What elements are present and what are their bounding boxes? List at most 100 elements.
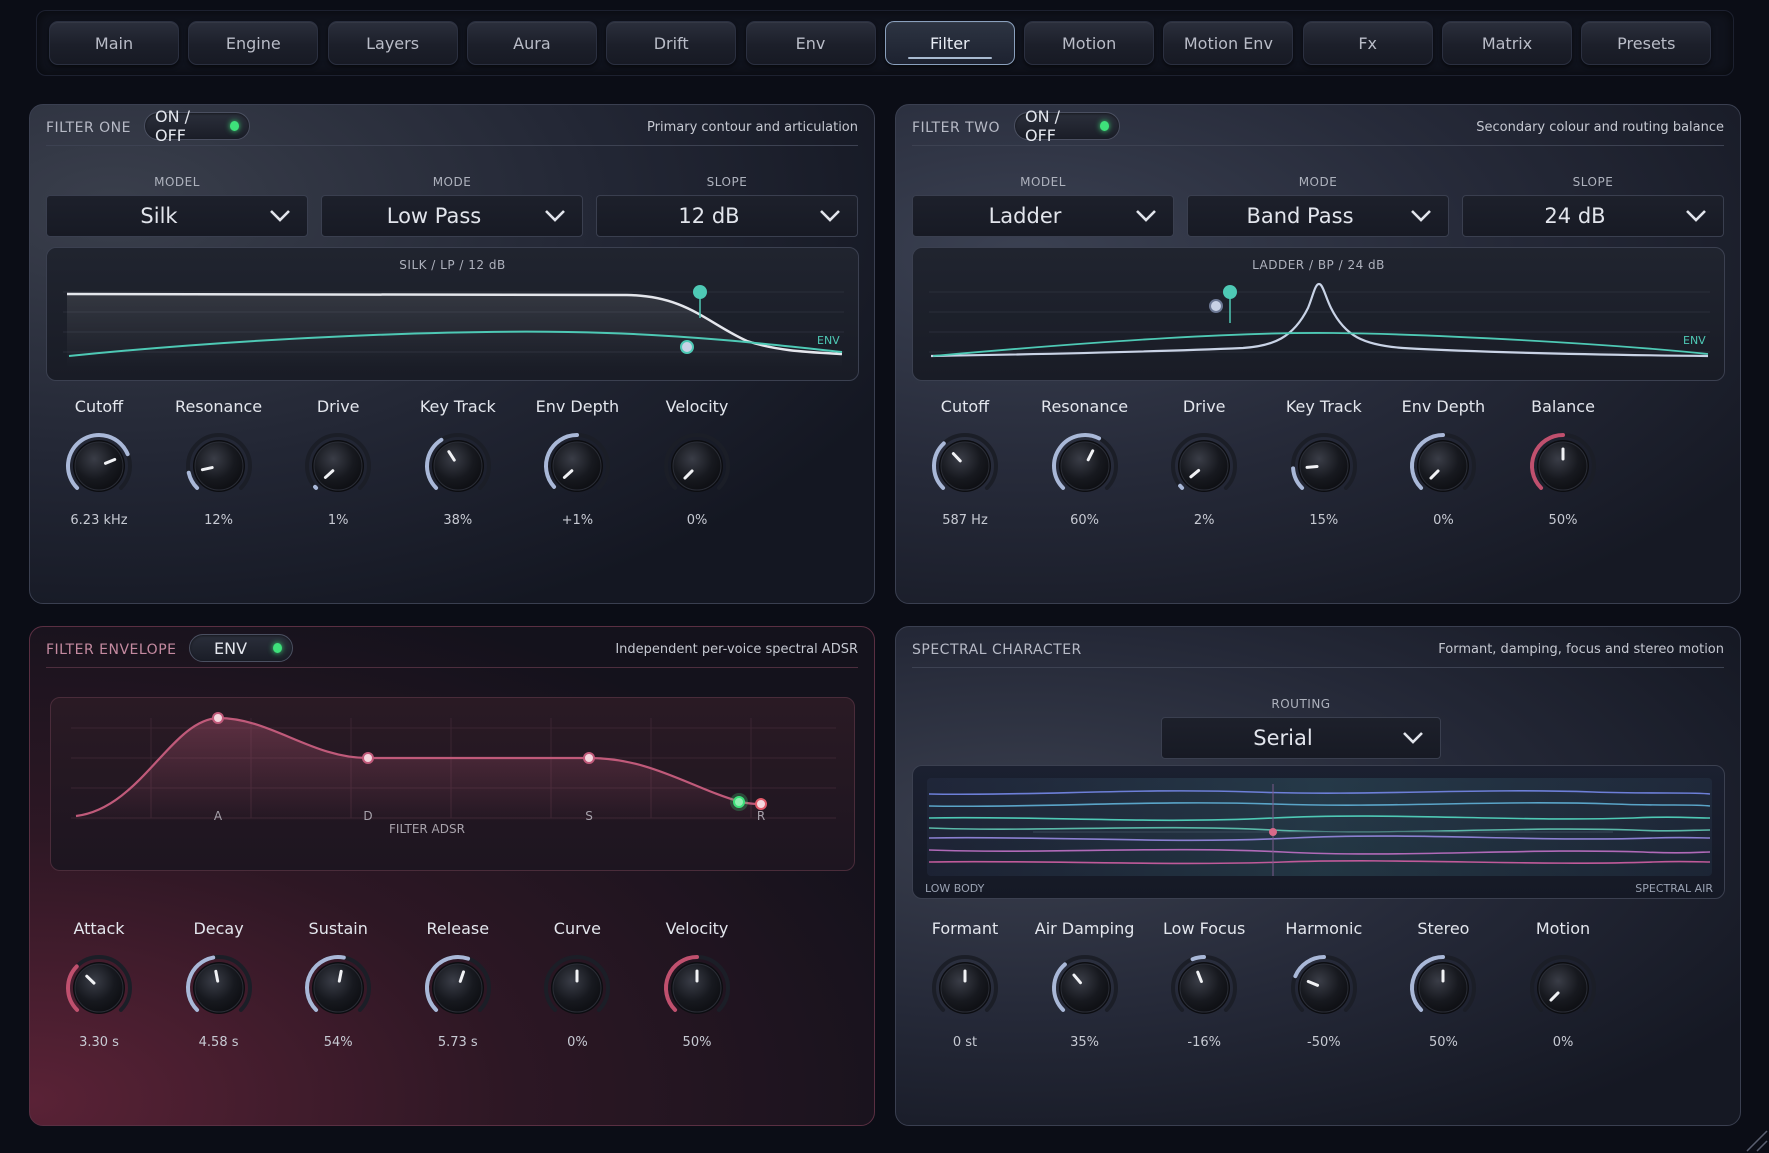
resonance-knob[interactable] bbox=[180, 427, 258, 505]
drive-label: Drive bbox=[316, 397, 360, 416]
harmonic-value: -50% bbox=[1307, 1035, 1341, 1050]
attack-knob[interactable] bbox=[60, 949, 138, 1027]
resonance-label: Resonance bbox=[1041, 397, 1129, 416]
tab-layers[interactable]: Layers bbox=[327, 21, 458, 65]
filter-one-toggle[interactable]: ON / OFF bbox=[144, 107, 250, 145]
tab-engine[interactable]: Engine bbox=[188, 21, 319, 65]
divider bbox=[46, 145, 858, 146]
tab-filter[interactable]: Filter bbox=[884, 21, 1015, 65]
panel-title: FILTER ENVELOPE bbox=[46, 642, 177, 658]
low-focus-value: -16% bbox=[1187, 1035, 1221, 1050]
routing-select[interactable]: Serial bbox=[1161, 717, 1441, 759]
key-track-knob[interactable] bbox=[419, 427, 497, 505]
slope-label: SLOPE bbox=[1572, 175, 1614, 189]
slope-select[interactable]: 12 dB bbox=[596, 195, 858, 237]
curve-knob[interactable] bbox=[538, 949, 616, 1027]
tab-fx[interactable]: Fx bbox=[1302, 21, 1433, 65]
spectral-air-label: SPECTRAL AIR bbox=[1635, 882, 1713, 895]
filter-one-curve: ENV bbox=[63, 285, 844, 368]
formant-knob[interactable] bbox=[926, 949, 1004, 1027]
filter-envelope-toggle[interactable]: ENV bbox=[189, 634, 293, 662]
mode-select[interactable]: Band Pass bbox=[1187, 195, 1449, 237]
status-led-icon bbox=[273, 643, 282, 653]
stage-label-d: D bbox=[363, 809, 372, 823]
drive-knob[interactable] bbox=[1165, 427, 1243, 505]
model-label: MODEL bbox=[1020, 175, 1066, 189]
toggle-label: ON / OFF bbox=[1025, 107, 1061, 145]
release-value: 5.73 s bbox=[437, 1035, 478, 1050]
slope-select[interactable]: 24 dB bbox=[1462, 195, 1724, 237]
velocity-value: 0% bbox=[686, 513, 708, 528]
drive-knob[interactable] bbox=[299, 427, 377, 505]
graph-caption: FILTER ADSR bbox=[389, 822, 465, 836]
sustain-point bbox=[583, 752, 595, 764]
cutoff-value: 6.23 kHz bbox=[70, 513, 128, 528]
model-select[interactable]: Silk bbox=[46, 195, 308, 237]
panel-title: FILTER ONE bbox=[46, 120, 131, 136]
stereo-value: 50% bbox=[1428, 1035, 1458, 1050]
model-value: Ladder bbox=[988, 204, 1062, 228]
sustain-knob[interactable] bbox=[299, 949, 377, 1027]
tab-aura[interactable]: Aura bbox=[466, 21, 597, 65]
adsr-curve: A D S R FILTER ADSR bbox=[71, 712, 836, 836]
mode-select[interactable]: Low Pass bbox=[321, 195, 583, 237]
low-focus-knob[interactable] bbox=[1165, 949, 1243, 1027]
stereo-knob[interactable] bbox=[1404, 949, 1482, 1027]
resonance-knob[interactable] bbox=[1046, 427, 1124, 505]
divider bbox=[46, 667, 858, 668]
cutoff-knob[interactable] bbox=[926, 427, 1004, 505]
resonance-label: Resonance bbox=[175, 397, 263, 416]
tab-presets[interactable]: Presets bbox=[1581, 21, 1712, 65]
env-depth-knob[interactable] bbox=[538, 427, 616, 505]
model-select[interactable]: Ladder bbox=[912, 195, 1174, 237]
adsr-graph[interactable]: A D S R FILTER ADSR bbox=[50, 697, 855, 871]
velocity-knob[interactable] bbox=[658, 427, 736, 505]
stage-label-a: A bbox=[214, 809, 223, 823]
cutoff-knob[interactable] bbox=[60, 427, 138, 505]
formant-label: Formant bbox=[931, 919, 999, 938]
spectral-visualizer[interactable]: LOW BODY SPECTRAL AIR bbox=[912, 765, 1725, 899]
drive-label: Drive bbox=[1182, 397, 1226, 416]
resonance-value: 60% bbox=[1070, 513, 1100, 528]
resize-grip-icon[interactable] bbox=[1737, 1121, 1769, 1153]
key-track-knob[interactable] bbox=[1285, 427, 1363, 505]
decay-value: 4.58 s bbox=[198, 1035, 239, 1050]
filter-one-panel: FILTER ONE ON / OFF Primary contour and … bbox=[29, 104, 875, 604]
tab-matrix[interactable]: Matrix bbox=[1442, 21, 1572, 65]
tab-main[interactable]: Main bbox=[49, 21, 179, 65]
mode-label: MODE bbox=[432, 175, 472, 189]
balance-value: 50% bbox=[1548, 513, 1578, 528]
tab-motion-env[interactable]: Motion Env bbox=[1163, 21, 1294, 65]
filter-two-toggle[interactable]: ON / OFF bbox=[1014, 107, 1120, 145]
decay-knob[interactable] bbox=[180, 949, 258, 1027]
model-label: MODEL bbox=[154, 175, 200, 189]
tab-env[interactable]: Env bbox=[745, 21, 876, 65]
filter-two-curve: ENV bbox=[929, 282, 1710, 358]
tab-drift[interactable]: Drift bbox=[606, 21, 737, 65]
velocity-value: 50% bbox=[682, 1035, 712, 1050]
filter-one-response-graph[interactable]: SILK / LP / 12 dB ENV bbox=[46, 247, 859, 381]
env-tag: ENV bbox=[817, 334, 840, 347]
release-knob[interactable] bbox=[419, 949, 497, 1027]
filter-two-response-graph[interactable]: LADDER / BP / 24 dB ENV bbox=[912, 247, 1725, 381]
balance-knob[interactable] bbox=[1524, 427, 1602, 505]
velocity-knob[interactable] bbox=[658, 949, 736, 1027]
chevron-down-icon bbox=[820, 210, 840, 222]
slope-value: 12 dB bbox=[678, 204, 740, 228]
velocity-label: Velocity bbox=[665, 397, 729, 416]
stage-label-s: S bbox=[585, 809, 593, 823]
motion-knob[interactable] bbox=[1524, 949, 1602, 1027]
tab-motion[interactable]: Motion bbox=[1024, 21, 1155, 65]
cutoff-value: 587 Hz bbox=[942, 513, 988, 528]
curve-value: 0% bbox=[567, 1035, 588, 1050]
air-damping-knob[interactable] bbox=[1046, 949, 1124, 1027]
harmonic-knob[interactable] bbox=[1285, 949, 1363, 1027]
spectral-focus-point bbox=[1269, 828, 1277, 836]
low-body-label: LOW BODY bbox=[925, 882, 985, 895]
stage-label-r: R bbox=[757, 809, 765, 823]
env-depth-knob[interactable] bbox=[1404, 427, 1482, 505]
chevron-down-icon bbox=[1403, 732, 1423, 744]
sustain-label: Sustain bbox=[308, 919, 368, 938]
env-depth-label: Env Depth bbox=[1401, 397, 1486, 416]
panel-subtitle: Primary contour and articulation bbox=[647, 120, 858, 135]
